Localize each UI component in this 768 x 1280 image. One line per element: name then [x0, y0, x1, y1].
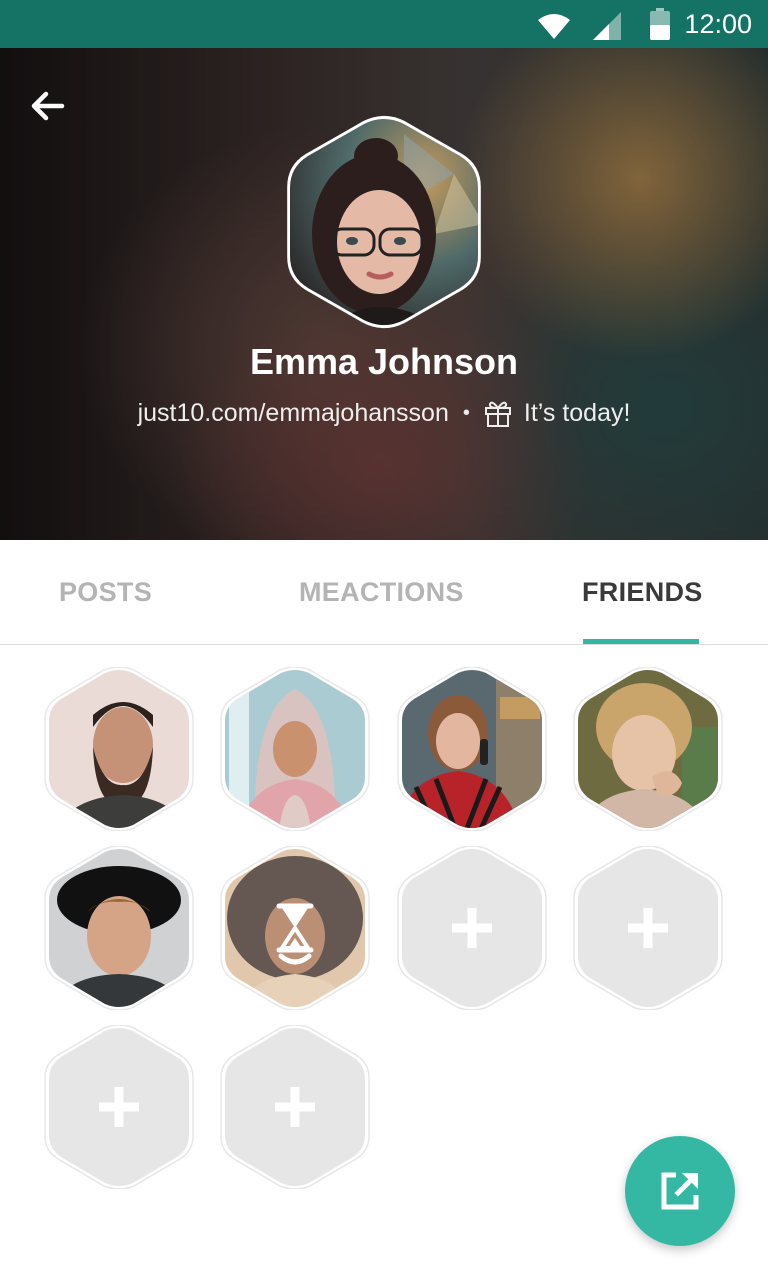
share-button[interactable] — [625, 1136, 735, 1246]
friend-item[interactable] — [396, 667, 548, 831]
separator-dot: • — [462, 401, 470, 424]
add-friend-slot[interactable] — [572, 846, 724, 1010]
status-bar: 12:00 — [0, 0, 768, 48]
status-time: 12:00 — [684, 9, 752, 39]
friend-item[interactable] — [43, 667, 195, 831]
battery-icon — [650, 8, 670, 40]
active-tab-indicator — [583, 639, 699, 644]
profile-url[interactable]: just10.com/emmajohansson — [138, 399, 449, 428]
add-friend-slot[interactable] — [219, 1025, 371, 1189]
share-external-icon — [661, 1172, 699, 1210]
friend-avatar — [220, 846, 370, 1010]
signal-icon — [593, 12, 621, 40]
friend-avatar — [220, 667, 370, 831]
back-arrow-icon[interactable] — [26, 84, 70, 128]
friend-avatar — [44, 667, 194, 831]
profile-avatar[interactable] — [284, 114, 484, 330]
tab-meactions[interactable]: MEACTIONS — [299, 577, 464, 608]
profile-subline: just10.com/emmajohansson • It’s today! — [0, 398, 768, 428]
friend-item-pending[interactable] — [219, 846, 371, 1010]
wifi-icon — [538, 14, 570, 39]
friend-item[interactable] — [219, 667, 371, 831]
add-friend-slot[interactable] — [43, 1025, 195, 1189]
add-friend-slot[interactable] — [396, 846, 548, 1010]
gift-icon — [484, 401, 511, 427]
add-friend-hex — [397, 846, 547, 1010]
add-friend-hex — [44, 1025, 194, 1189]
friend-item[interactable] — [43, 846, 195, 1010]
tab-friends[interactable]: FRIENDS — [582, 577, 703, 608]
birthday-text: It’s today! — [523, 398, 631, 427]
profile-name: Emma Johnson — [249, 341, 519, 382]
add-friend-hex — [220, 1025, 370, 1189]
profile-tabs: POSTS MEACTIONS FRIENDS — [0, 540, 768, 645]
friend-item[interactable] — [572, 667, 724, 831]
add-friend-hex — [573, 846, 723, 1010]
profile-header: Emma Johnson just10.com/emmajohansson • … — [0, 48, 768, 540]
friend-avatar — [573, 667, 723, 831]
friend-avatar — [397, 667, 547, 831]
tab-posts[interactable]: POSTS — [59, 577, 152, 608]
friend-avatar — [44, 846, 194, 1010]
